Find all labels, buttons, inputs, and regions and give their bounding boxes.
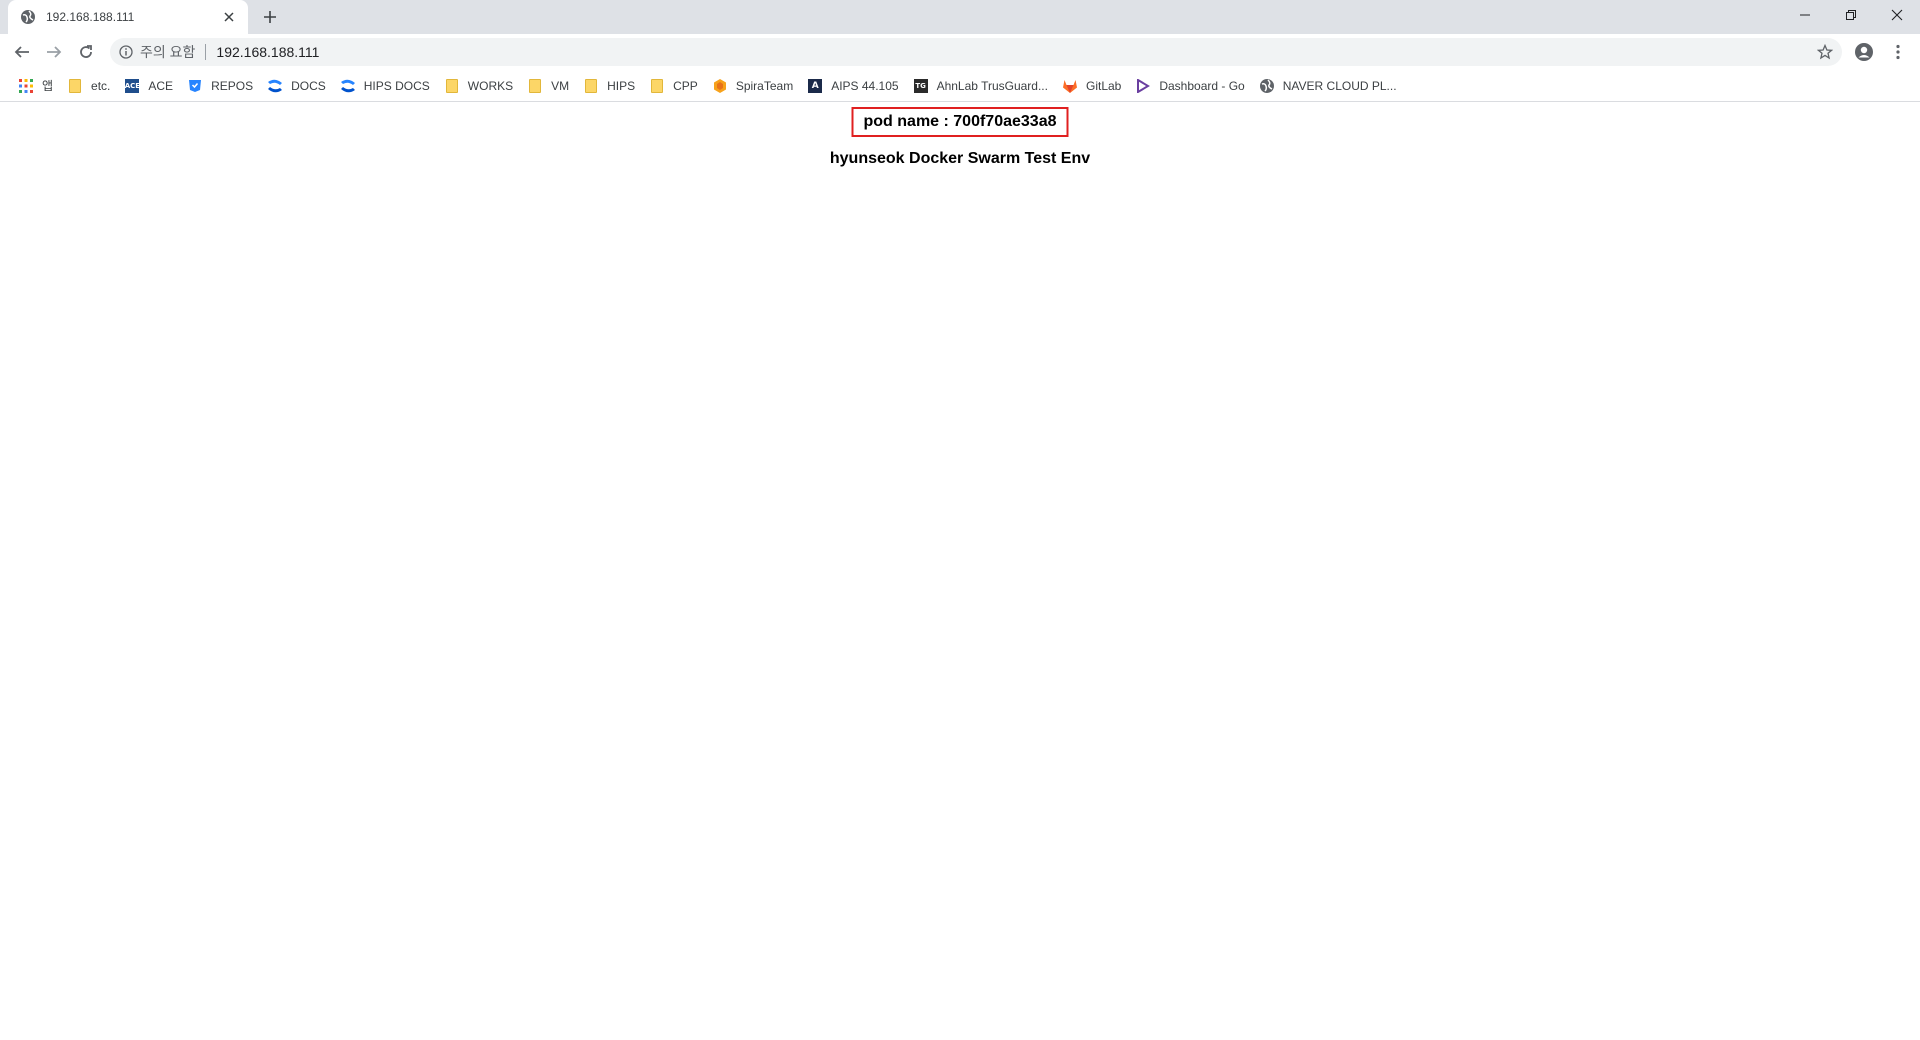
folder-icon <box>67 78 83 94</box>
bookmark-label: NAVER CLOUD PL... <box>1282 78 1397 93</box>
forward-icon[interactable] <box>40 38 68 66</box>
bookmark-spirateam[interactable]: SpiraTeam <box>706 73 801 99</box>
folder-icon <box>649 78 665 94</box>
bookmark-label: ACE <box>148 78 174 93</box>
bookmark-star-icon[interactable] <box>1816 43 1834 61</box>
globe-icon <box>1259 78 1275 94</box>
bookmark-gitlab[interactable]: GitLab <box>1056 73 1129 99</box>
address-separator <box>205 44 207 60</box>
bookmark-label: CPP <box>673 78 698 93</box>
bookmark-hips[interactable]: HIPS <box>577 73 643 99</box>
menu-kebab-icon[interactable] <box>1884 38 1912 66</box>
apps-grid-icon <box>18 78 34 94</box>
folder-icon <box>527 78 543 94</box>
bookmark-label: VM <box>551 78 570 93</box>
bookmark-vm[interactable]: VM <box>521 73 577 99</box>
url-text[interactable]: 192.168.188.111 <box>216 44 319 60</box>
bookmark-aips[interactable]: A AIPS 44.105 <box>801 73 906 99</box>
browser-tab[interactable]: 192.168.188.111 <box>8 0 248 34</box>
bookmark-label: REPOS <box>211 78 254 93</box>
bookmark-label: 앱 <box>42 79 54 93</box>
trusguard-icon: TG <box>913 78 929 94</box>
page-content: pod name : 700f70ae33a8 hyunseok Docker … <box>0 103 1920 1040</box>
bookmark-naver-cloud[interactable]: NAVER CLOUD PL... <box>1253 73 1405 99</box>
close-tab-icon[interactable] <box>220 8 238 26</box>
bookmark-label: HIPS DOCS <box>363 78 430 93</box>
bookmark-label: WORKS <box>467 78 514 93</box>
back-icon[interactable] <box>8 38 36 66</box>
restore-icon[interactable] <box>1828 0 1874 30</box>
dashboard-icon <box>1135 78 1151 94</box>
bookmark-cpp[interactable]: CPP <box>643 73 706 99</box>
bookmark-label: HIPS <box>607 78 636 93</box>
bookmark-label: etc. <box>91 78 111 93</box>
bookmark-repos[interactable]: REPOS <box>181 73 261 99</box>
bookmark-docs[interactable]: DOCS <box>261 73 334 99</box>
minimize-icon[interactable] <box>1782 0 1828 30</box>
confluence-icon <box>267 78 283 94</box>
repos-icon <box>187 78 203 94</box>
tab-title: 192.168.188.111 <box>46 10 135 24</box>
bookmark-label: AIPS 44.105 <box>831 78 899 93</box>
bookmark-label: GitLab <box>1085 78 1122 93</box>
globe-icon <box>20 9 36 25</box>
bookmark-works[interactable]: WORKS <box>438 73 521 99</box>
browser-toolbar: 주의 요함 192.168.188.111 <box>0 34 1920 70</box>
close-window-icon[interactable] <box>1874 0 1920 30</box>
pod-name-box: pod name : 700f70ae33a8 <box>851 107 1069 137</box>
security-warning-label[interactable]: 주의 요함 <box>140 42 195 62</box>
profile-icon[interactable] <box>1850 38 1878 66</box>
bookmark-etc[interactable]: etc. <box>61 73 118 99</box>
address-bar[interactable]: 주의 요함 192.168.188.111 <box>110 38 1842 66</box>
bookmark-apps[interactable]: 앱 <box>12 73 61 99</box>
bookmark-label: SpiraTeam <box>735 78 794 93</box>
tab-strip: 192.168.188.111 <box>0 0 1920 34</box>
bookmark-ace[interactable]: ACE ACE <box>118 73 181 99</box>
bookmark-label: DOCS <box>291 78 326 93</box>
bookmark-label: Dashboard - Go <box>1159 78 1245 93</box>
reload-icon[interactable] <box>72 38 100 66</box>
ace-icon: ACE <box>124 78 140 94</box>
folder-icon <box>583 78 599 94</box>
info-icon[interactable] <box>118 44 134 60</box>
bookmarks-bar: 앱 etc. ACE ACE REPOS DOCS HIPS DOCS WORK… <box>0 70 1920 102</box>
aips-icon: A <box>807 78 823 94</box>
gitlab-icon <box>1062 78 1078 94</box>
bookmark-trusguard[interactable]: TG AhnLab TrusGuard... <box>907 73 1056 99</box>
spirateam-icon <box>712 78 728 94</box>
bookmark-label: AhnLab TrusGuard... <box>936 78 1048 93</box>
new-tab-button[interactable] <box>258 5 282 29</box>
bookmark-hips-docs[interactable]: HIPS DOCS <box>334 73 438 99</box>
bookmark-dashboard[interactable]: Dashboard - Go <box>1129 73 1252 99</box>
page-heading: hyunseok Docker Swarm Test Env <box>829 150 1091 167</box>
confluence-icon <box>340 78 356 94</box>
folder-icon <box>444 78 460 94</box>
